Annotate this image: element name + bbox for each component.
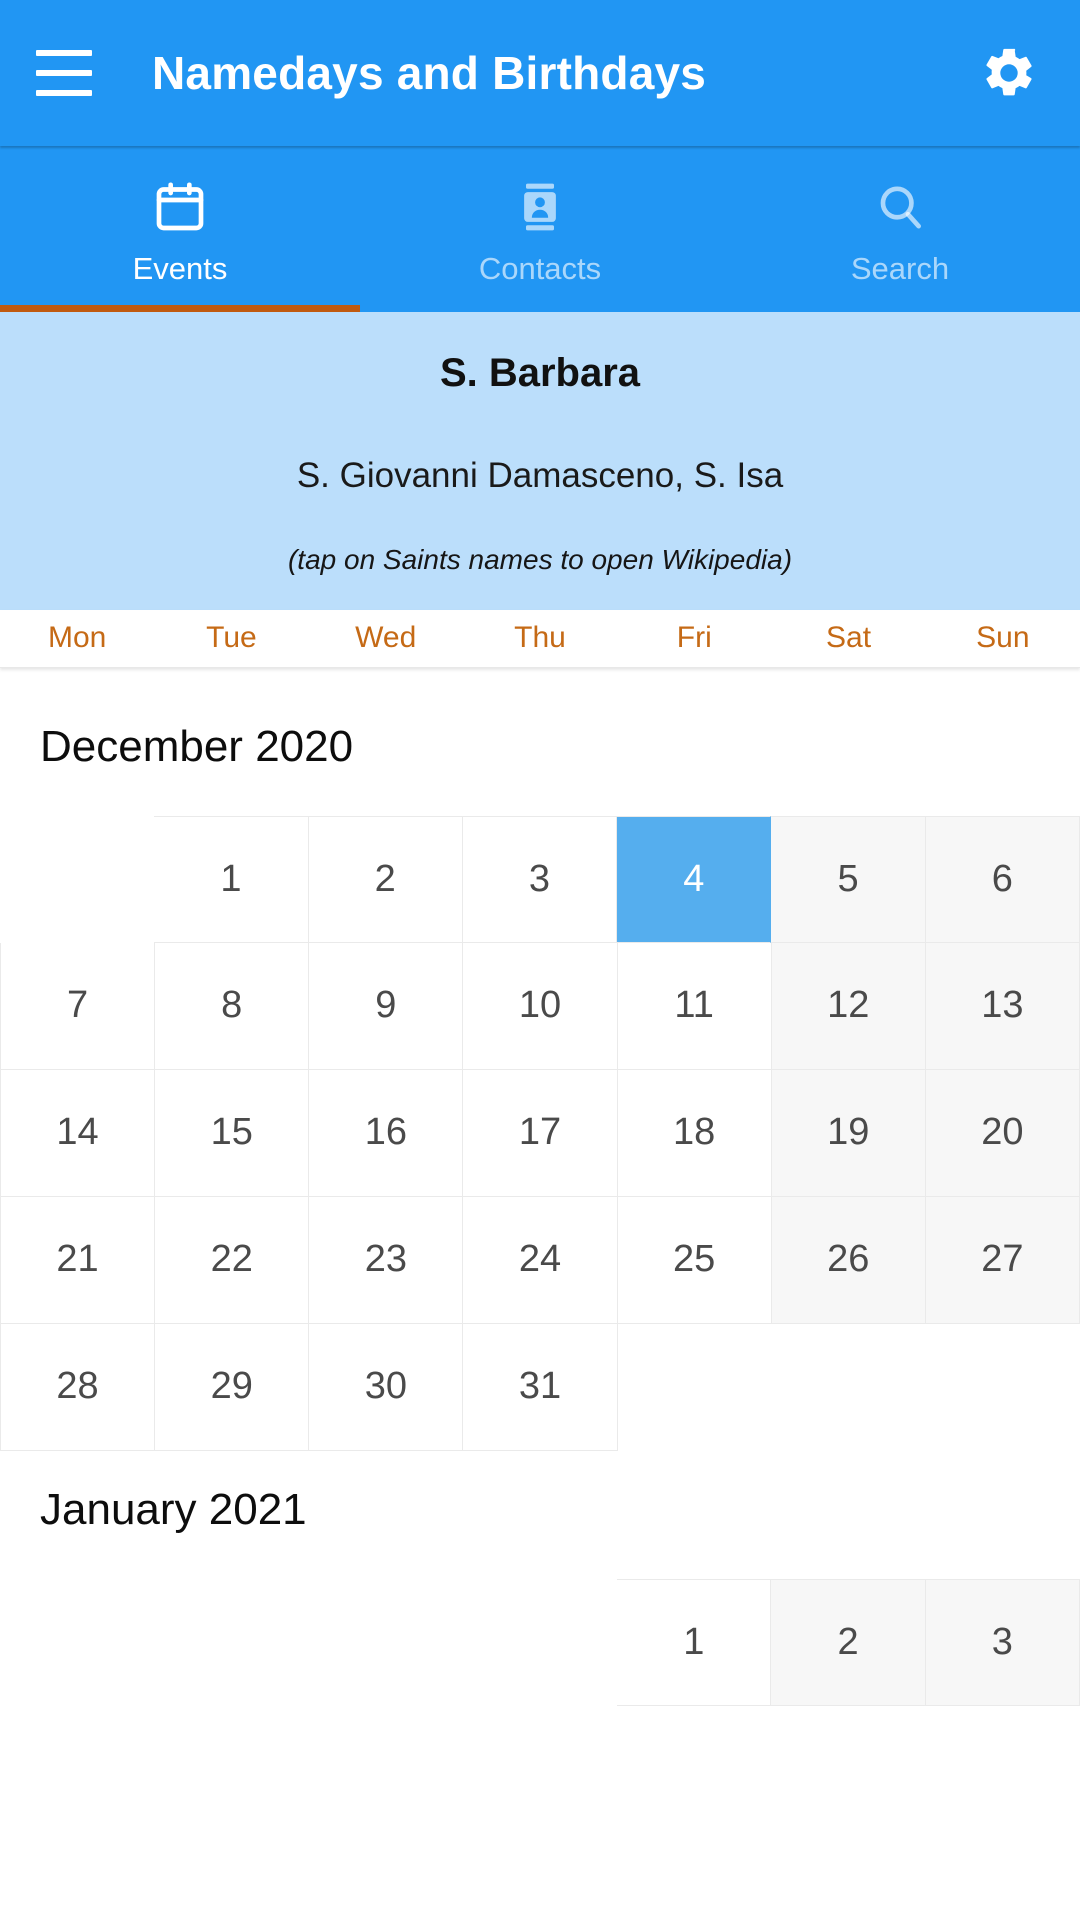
day-cell[interactable]: 5 — [771, 815, 926, 943]
app-bar: Namedays and Birthdays — [0, 0, 1080, 146]
search-glyph — [880, 186, 921, 229]
weekday-header: Mon Tue Wed Thu Fri Sat Sun — [0, 609, 1080, 668]
month-title: January 2021 — [40, 1484, 307, 1534]
day-cell[interactable]: 20 — [925, 1069, 1080, 1197]
day-cell-empty — [772, 1324, 926, 1451]
tab-label-contacts: Contacts — [478, 251, 602, 286]
day-cell[interactable]: 18 — [617, 1069, 772, 1197]
day-cell-empty — [926, 1324, 1080, 1451]
page-title: Namedays and Birthdays — [152, 47, 707, 99]
hamburger-bar — [36, 70, 92, 76]
week-row: 123 — [0, 1578, 1080, 1706]
day-cell-empty — [618, 1324, 772, 1451]
tab-label-events: Events — [132, 251, 228, 286]
day-cell[interactable]: 23 — [309, 1196, 464, 1324]
day-cell[interactable]: 13 — [925, 942, 1080, 1070]
day-cell[interactable]: 4 — [617, 815, 772, 943]
day-cell-empty — [463, 1579, 617, 1706]
active-tab-indicator — [0, 305, 360, 312]
gear-icon[interactable] — [980, 44, 1038, 102]
calendar-scroll-area[interactable]: December 2020 1 2 3 4 5 6 7 8 9 10 11 12 13 14 15 16 17 18… — [0, 667, 1080, 1706]
week-row: 21 22 23 24 25 26 27 — [0, 1196, 1080, 1324]
hamburger-menu-icon[interactable] — [36, 50, 92, 96]
tab-contacts[interactable]: Contacts — [360, 146, 720, 312]
day-cell-empty — [154, 1579, 308, 1706]
hamburger-bar — [36, 90, 92, 96]
app-root: Namedays and Birthdays Events Contacts S… — [0, 0, 1080, 1920]
day-cell[interactable]: 16 — [309, 1069, 464, 1197]
hamburger-bar — [36, 50, 92, 56]
week-row: 123456 — [0, 815, 1080, 943]
day-cell[interactable]: 9 — [309, 942, 464, 1070]
weekday-label-tue: Tue — [206, 621, 257, 655]
day-cell[interactable]: 1 — [617, 1578, 772, 1706]
month-grid: 1 2 3 4 5 6 7 8 9 10 11 12 13 14 15 16 17 18 19 20 21 22 23 24 2… — [0, 815, 1080, 1451]
search-icon — [872, 179, 928, 235]
day-cell[interactable]: 17 — [463, 1069, 618, 1197]
month-title: December 2020 — [40, 721, 354, 771]
day-cell[interactable]: 21 — [0, 1196, 156, 1324]
day-cell-empty — [0, 816, 154, 943]
day-cell[interactable]: 30 — [309, 1323, 464, 1451]
day-cell[interactable]: 1 — [154, 815, 309, 943]
day-cell[interactable]: 24 — [463, 1196, 618, 1324]
calendar-icon — [152, 179, 208, 235]
weekday-label-mon: Mon — [47, 621, 107, 655]
day-cell[interactable]: 2 — [308, 815, 463, 943]
weekday-label-wed: Wed — [355, 621, 417, 655]
weekday-label-sat: Sat — [826, 621, 872, 655]
day-cell[interactable]: 7 — [0, 942, 156, 1070]
tab-search[interactable]: Search — [720, 146, 1080, 312]
contact-card-icon — [512, 179, 568, 235]
day-cell-empty — [0, 1579, 154, 1706]
day-cell[interactable]: 12 — [771, 942, 926, 1070]
gear-glyph — [986, 48, 1032, 96]
day-cell[interactable]: 6 — [925, 815, 1080, 943]
tab-events[interactable]: Events — [0, 146, 360, 312]
day-cell[interactable]: 2 — [771, 1578, 926, 1706]
weekday-label-sun: Sun — [976, 621, 1030, 655]
day-cell[interactable]: 19 — [771, 1069, 926, 1197]
day-cell[interactable]: 3 — [462, 815, 618, 943]
day-cell[interactable]: 8 — [155, 942, 310, 1070]
day-cell[interactable]: 10 — [463, 942, 618, 1070]
day-cell[interactable]: 11 — [617, 942, 772, 1070]
day-cell[interactable]: 15 — [155, 1069, 310, 1197]
tab-label-search: Search — [850, 251, 950, 286]
day-cell[interactable]: 14 — [0, 1069, 156, 1197]
month-grid: 123 — [0, 1578, 1080, 1706]
week-row: 28 29 30 31 — [0, 1323, 1080, 1451]
tab-bar: Events Contacts Search — [0, 146, 1080, 312]
day-cell[interactable]: 27 — [925, 1196, 1080, 1324]
contact-card-glyph — [524, 183, 556, 231]
day-cell[interactable]: 22 — [155, 1196, 310, 1324]
week-row: 14 15 16 17 18 19 20 — [0, 1069, 1080, 1197]
day-cell[interactable]: 29 — [155, 1323, 310, 1451]
day-cell-empty — [309, 1579, 463, 1706]
weekday-label-thu: Thu — [514, 621, 566, 655]
calendar-glyph — [156, 182, 204, 231]
saint-main-name[interactable]: S. Barbara — [20, 348, 1060, 398]
day-cell[interactable]: 3 — [925, 1578, 1080, 1706]
day-cell[interactable]: 31 — [463, 1323, 618, 1451]
day-cell[interactable]: 26 — [771, 1196, 926, 1324]
day-cell[interactable]: 25 — [617, 1196, 772, 1324]
saints-hint-text: (tap on Saints names to open Wikipedia) — [287, 543, 793, 575]
saint-other-names[interactable]: S. Giovanni Damasceno, S. Isa — [20, 454, 1060, 498]
weekday-label-fri: Fri — [676, 621, 712, 655]
saints-banner: S. Barbara S. Giovanni Damasceno, S. Isa… — [0, 312, 1080, 610]
day-cell[interactable]: 28 — [0, 1323, 156, 1451]
week-row: 7 8 9 10 11 12 13 — [0, 942, 1080, 1070]
